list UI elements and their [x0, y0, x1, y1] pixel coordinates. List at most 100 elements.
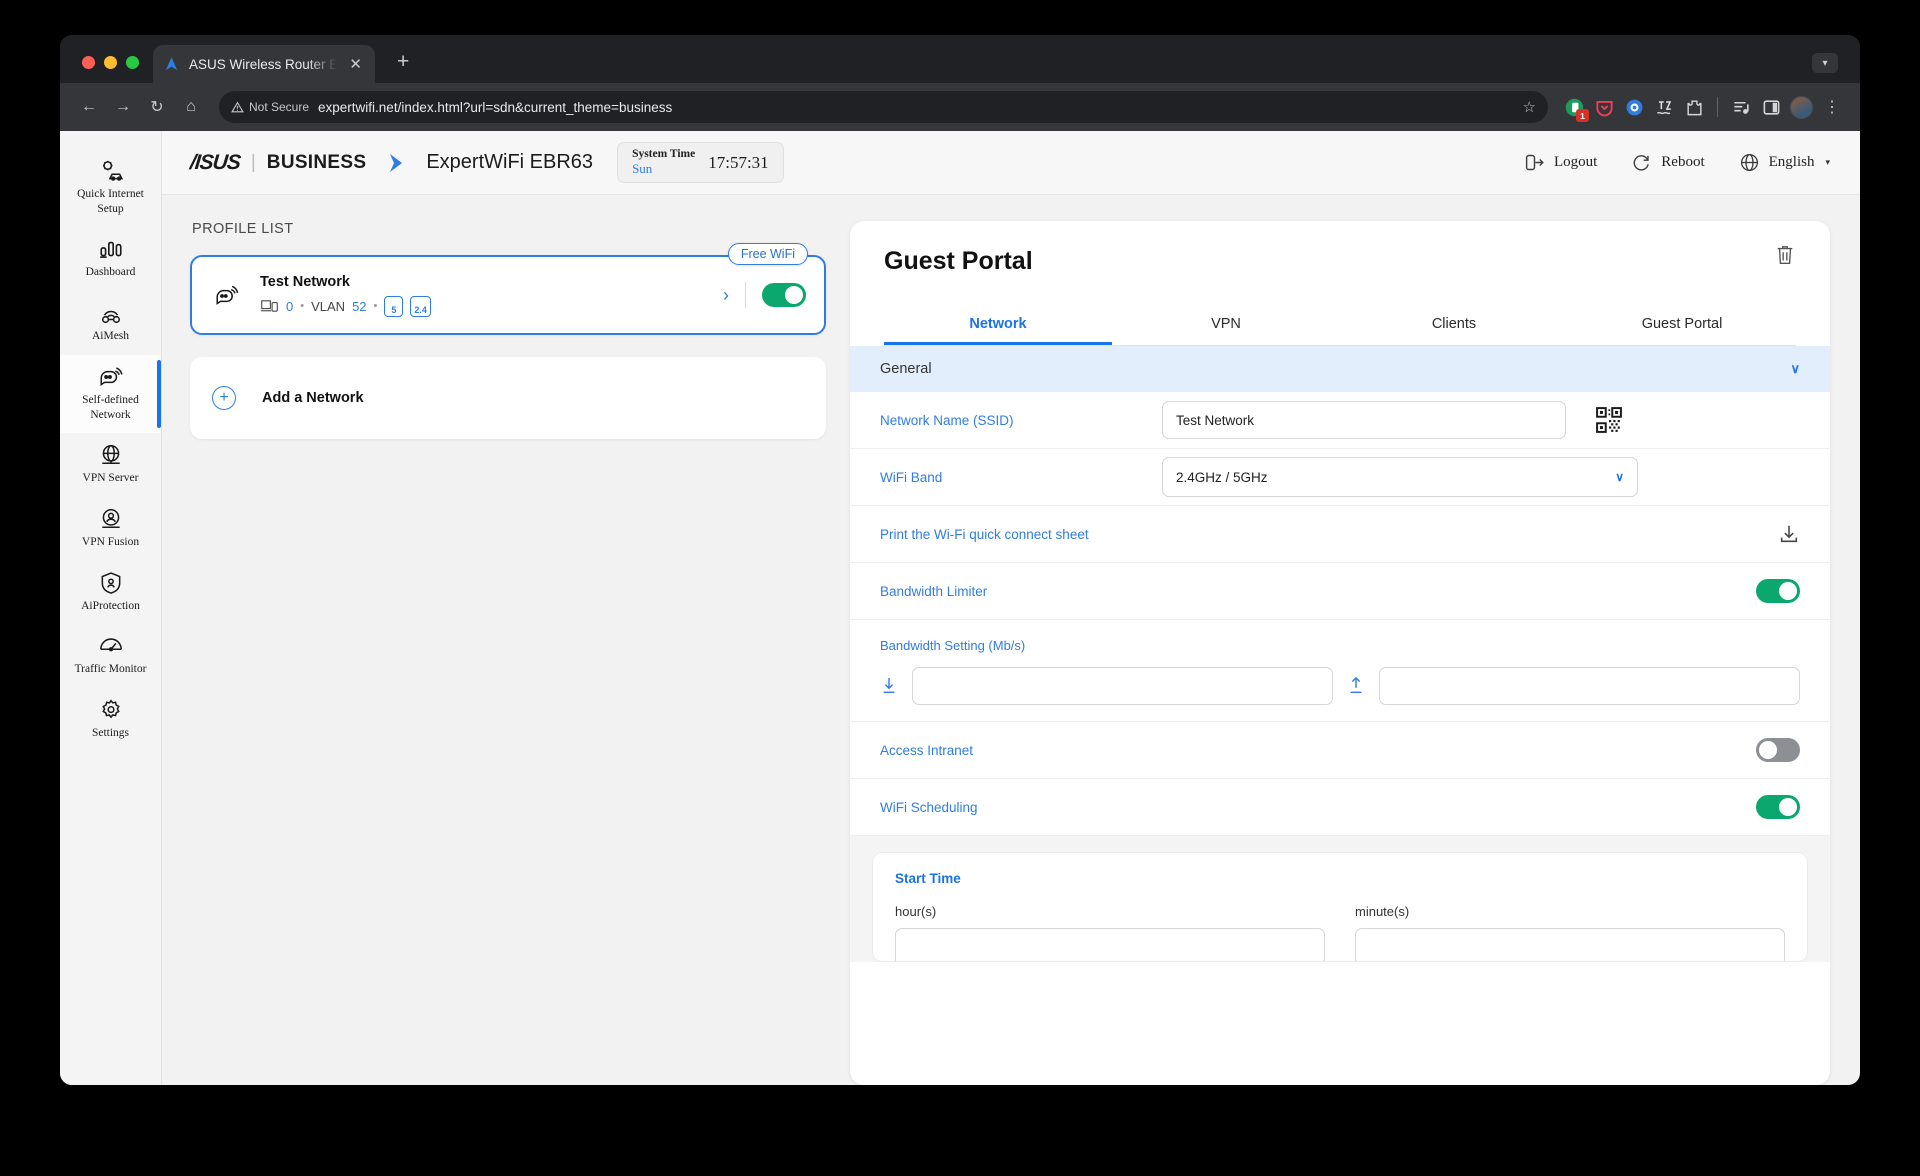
qr-code-icon[interactable]: [1596, 407, 1622, 433]
download-arrow-icon: [883, 677, 895, 694]
browser-toolbar: ← → ↻ ⌂ Not Secure expertwifi.net/index.…: [60, 83, 1860, 131]
sidebar-item-aiprotection[interactable]: AiProtection: [60, 561, 161, 625]
star-icon[interactable]: ☆: [1513, 98, 1536, 116]
system-time-badge: System Time Sun 17:57:31: [617, 142, 784, 183]
band-chip-5g: 5: [384, 295, 404, 317]
profile-card[interactable]: Free WiFi Test Network 0 • VLAN 52 • 5 2…: [190, 243, 826, 335]
sidebar-item-settings[interactable]: Settings: [60, 688, 161, 752]
chrome-menu-icon[interactable]: ⋮: [1818, 97, 1846, 117]
schedule-section: Start Time hour(s) minute(s): [850, 836, 1830, 962]
extension-badge-count: 1: [1576, 109, 1589, 122]
url-text: expertwifi.net/index.html?url=sdn&curren…: [318, 99, 673, 115]
pocket-icon[interactable]: [1591, 94, 1617, 120]
wifi-band-label: WiFi Band: [880, 469, 943, 485]
chevron-right-icon[interactable]: ›: [723, 285, 729, 306]
language-selector[interactable]: English ▾: [1739, 152, 1830, 173]
security-status[interactable]: Not Secure: [231, 100, 309, 114]
minutes-input[interactable]: [1355, 928, 1785, 961]
back-button[interactable]: ←: [74, 92, 104, 122]
profile-enable-toggle[interactable]: [762, 283, 806, 307]
download-icon[interactable]: [1778, 523, 1800, 545]
shield-icon: [101, 571, 120, 594]
reboot-label: Reboot: [1661, 154, 1705, 170]
sidebar-item-traffic-monitor[interactable]: Traffic Monitor: [60, 624, 161, 688]
logout-button[interactable]: Logout: [1524, 152, 1597, 173]
hours-input[interactable]: [895, 928, 1325, 961]
upload-arrow-icon: [1350, 676, 1362, 694]
security-label: Not Secure: [249, 100, 310, 114]
reboot-button[interactable]: Reboot: [1631, 152, 1705, 173]
profile-name: Test Network: [260, 273, 350, 290]
quick-setup-icon: [102, 160, 123, 181]
business-label: BUSINESS: [266, 151, 367, 173]
sidebar-item-vpn-server[interactable]: VPN Server: [60, 433, 161, 497]
reading-list-icon[interactable]: [1728, 94, 1754, 120]
panel-header: Guest Portal Network VPN Clients Guest P…: [850, 221, 1830, 346]
add-network-label: Add a Network: [262, 390, 364, 406]
bandwidth-limiter-label: Bandwidth Limiter: [880, 583, 988, 599]
band-chip-label: 5: [391, 304, 397, 315]
logout-icon: [1525, 154, 1544, 171]
chevron-down-icon[interactable]: ∨: [1790, 361, 1800, 377]
close-window-button[interactable]: [82, 56, 95, 69]
detail-panel-column: Guest Portal Network VPN Clients Guest P…: [850, 221, 1830, 1085]
forward-button[interactable]: →: [108, 92, 138, 122]
wifi-scheduling-toggle[interactable]: [1756, 795, 1800, 819]
aimesh-icon: [101, 310, 120, 324]
minimize-window-button[interactable]: [104, 56, 117, 69]
browser-tab[interactable]: ASUS Wireless Router Expert ✕: [153, 45, 375, 83]
sidebar-item-label: AiProtection: [81, 599, 140, 612]
bandwidth-upload-input[interactable]: [1379, 667, 1800, 705]
minutes-label: minute(s): [1355, 904, 1410, 919]
start-time-card: Start Time hour(s) minute(s): [872, 852, 1808, 962]
tab-clients[interactable]: Clients: [1340, 302, 1568, 345]
traffic-monitor-icon: [99, 638, 122, 652]
row-bandwidth-setting: Bandwidth Setting (Mb/s): [850, 620, 1830, 722]
globe-icon: [1740, 153, 1758, 172]
network-name-input[interactable]: Test Network: [1162, 401, 1566, 439]
extension-badge-icon[interactable]: 1: [1561, 94, 1589, 122]
print-sheet-label: Print the Wi-Fi quick connect sheet: [880, 526, 1089, 542]
reload-button[interactable]: ↻: [142, 92, 172, 122]
wifi-band-select[interactable]: 2.4GHz / 5GHz ∨: [1162, 457, 1638, 497]
general-section-header[interactable]: General ∨: [850, 346, 1830, 392]
translate-globe-icon[interactable]: [1621, 94, 1647, 120]
self-defined-network-icon: [99, 367, 123, 386]
ink-icon[interactable]: [1651, 94, 1677, 120]
profile-avatar[interactable]: [1788, 94, 1814, 120]
address-bar[interactable]: Not Secure expertwifi.net/index.html?url…: [219, 91, 1548, 123]
warning-triangle-icon: [231, 101, 244, 112]
bandwidth-download-input[interactable]: [912, 667, 1333, 705]
meta-separator: •: [300, 300, 305, 312]
side-panel-icon[interactable]: [1758, 94, 1784, 120]
puzzle-extensions-icon[interactable]: [1681, 94, 1707, 120]
chevron-down-icon[interactable]: ▾: [1812, 53, 1838, 73]
sidebar-item-label: Self-defined Network: [82, 393, 139, 421]
row-print-sheet[interactable]: Print the Wi-Fi quick connect sheet: [850, 506, 1830, 563]
close-tab-icon[interactable]: ✕: [346, 55, 365, 74]
browser-window: ASUS Wireless Router Expert ✕ + ▾ ← → ↻ …: [60, 35, 1860, 1085]
window-controls[interactable]: [78, 56, 153, 83]
sidebar-item-dashboard[interactable]: Dashboard: [60, 227, 161, 291]
main-content: PROFILE LIST Free WiFi Test Network 0 • …: [162, 195, 1860, 1085]
bandwidth-limiter-toggle[interactable]: [1756, 579, 1800, 603]
row-wifi-band: WiFi Band 2.4GHz / 5GHz ∨: [850, 449, 1830, 506]
panel-tabs: Network VPN Clients Guest Portal: [884, 302, 1796, 346]
band-chip-24g: 2.4: [410, 295, 431, 317]
chevron-down-icon: ▾: [1825, 157, 1830, 167]
tab-guest-portal[interactable]: Guest Portal: [1568, 302, 1796, 345]
dashboard-bars-icon: [99, 242, 122, 259]
trash-icon[interactable]: [1774, 243, 1796, 267]
sidebar-item-self-defined-network[interactable]: Self-defined Network: [60, 354, 161, 434]
sidebar-item-vpn-fusion[interactable]: VPN Fusion: [60, 497, 161, 561]
add-network-button[interactable]: + Add a Network: [190, 357, 826, 439]
sidebar-item-aimesh[interactable]: AiMesh: [60, 291, 161, 355]
home-button[interactable]: ⌂: [176, 92, 206, 122]
maximize-window-button[interactable]: [126, 56, 139, 69]
tab-vpn[interactable]: VPN: [1112, 302, 1340, 345]
new-tab-button[interactable]: +: [391, 49, 415, 74]
access-intranet-toggle[interactable]: [1756, 738, 1800, 762]
band-chip-label: 2.4: [414, 304, 427, 315]
sidebar-item-quick-internet-setup[interactable]: Quick Internet Setup: [60, 149, 161, 227]
tab-network[interactable]: Network: [884, 302, 1112, 345]
